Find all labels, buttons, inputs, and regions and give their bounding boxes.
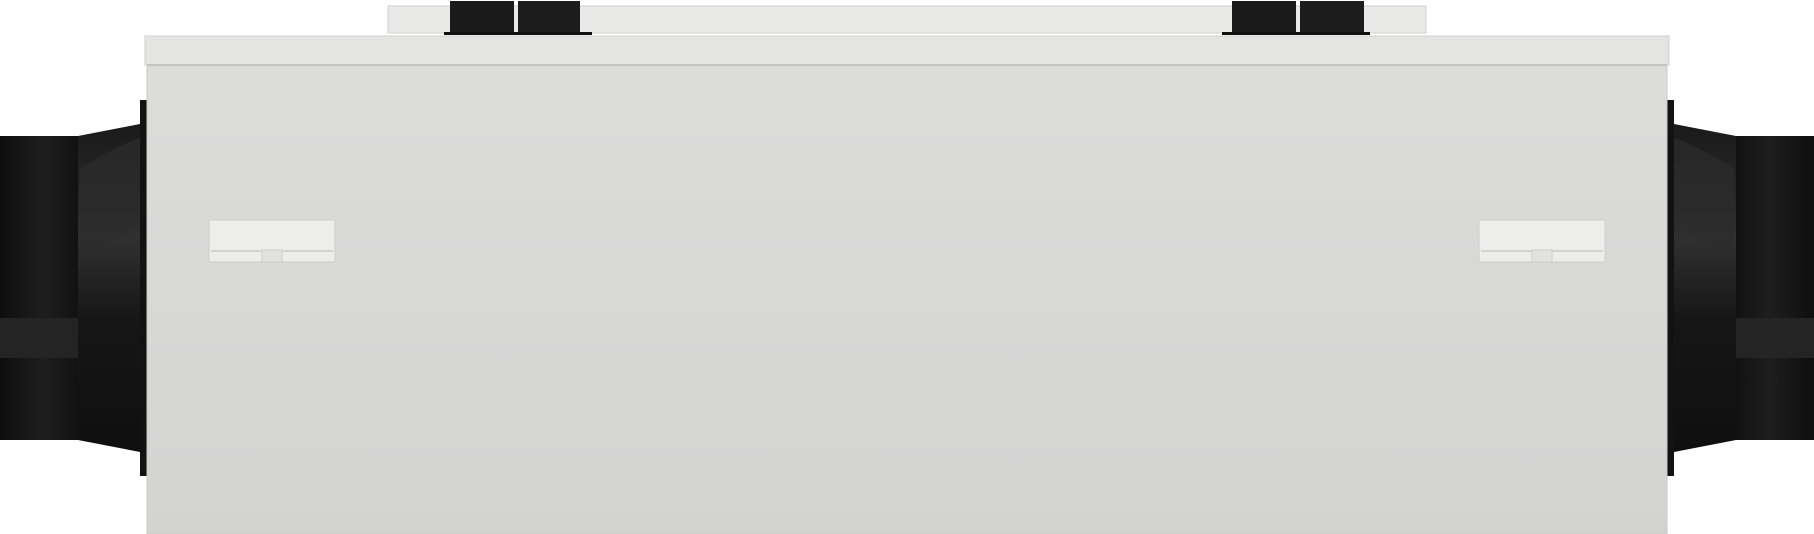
latch-left-notch <box>261 249 283 263</box>
latch-right <box>1478 219 1606 263</box>
mount-bracket-right-b <box>1300 1 1364 34</box>
duct-collar-left-rim <box>140 100 147 476</box>
mount-bracket-right <box>1222 1 1370 35</box>
mount-bracket-right-a <box>1232 1 1296 34</box>
duct-collar-left <box>0 100 147 476</box>
latch-left <box>208 219 336 263</box>
mount-bracket-left-a <box>450 1 514 34</box>
mount-bracket-left <box>444 1 592 35</box>
housing-lid <box>144 35 1670 66</box>
mount-bracket-left-base <box>444 32 592 35</box>
duct-collar-right <box>1667 100 1814 476</box>
duct-collar-left-cylinder <box>0 136 80 440</box>
duct-collar-right-rim <box>1667 100 1674 476</box>
duct-collar-right-cylinder <box>1734 136 1814 440</box>
duct-collar-right-ring <box>1734 318 1814 358</box>
housing <box>144 35 1670 534</box>
mount-bracket-left-b <box>518 1 580 34</box>
housing-body <box>146 62 1668 534</box>
mount-bracket-right-base <box>1222 32 1370 35</box>
latch-right-notch <box>1531 249 1553 263</box>
duct-collar-left-ring <box>0 318 80 358</box>
product-render <box>0 1 1814 534</box>
